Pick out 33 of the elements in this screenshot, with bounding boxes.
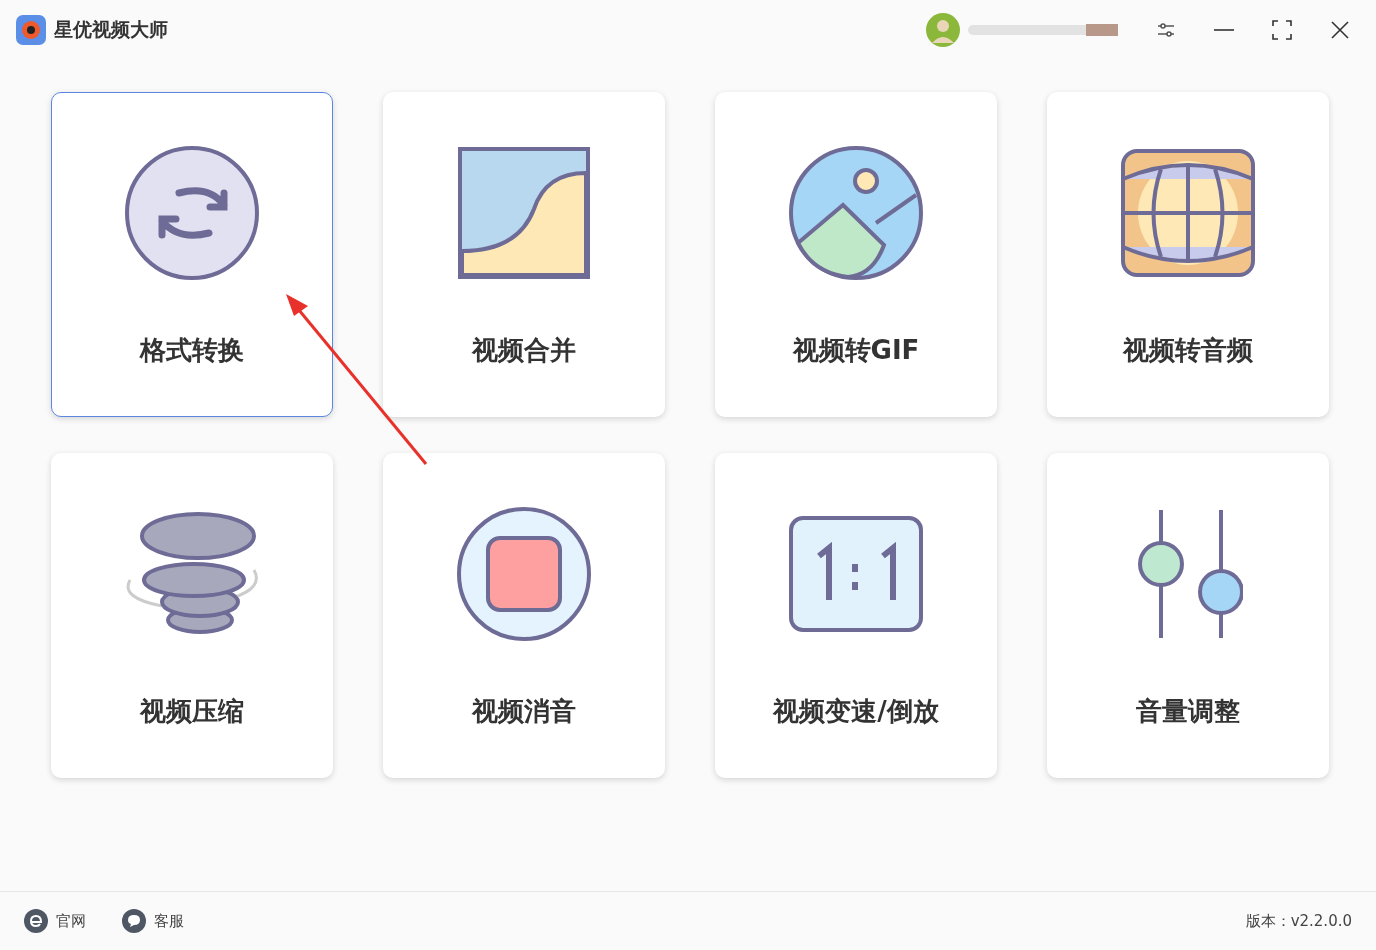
image-icon xyxy=(788,145,924,281)
tool-label: 格式转换 xyxy=(140,334,244,367)
tool-label: 音量调整 xyxy=(1136,695,1240,728)
tool-card[interactable]: 视频转GIF xyxy=(715,92,997,417)
tool-label: 视频转音频 xyxy=(1123,334,1253,367)
tool-card[interactable]: 视频压缩 xyxy=(51,453,333,778)
refresh-icon xyxy=(124,145,260,281)
ratio-icon xyxy=(789,516,923,632)
stop-icon xyxy=(456,506,592,642)
tool-label: 视频转GIF xyxy=(792,334,920,367)
tool-card[interactable]: 视频变速/倒放 xyxy=(715,453,997,778)
close-icon xyxy=(1329,19,1351,41)
browser-icon xyxy=(24,909,48,933)
tool-label: 视频变速/倒放 xyxy=(773,695,939,728)
film-icon xyxy=(1121,149,1255,277)
tool-card[interactable]: 格式转换 xyxy=(51,92,333,417)
tool-label: 视频消音 xyxy=(472,695,576,728)
tool-label: 视频压缩 xyxy=(140,695,244,728)
tool-card[interactable]: 视频转音频 xyxy=(1047,92,1329,417)
tool-card[interactable]: 音量调整 xyxy=(1047,453,1329,778)
minimize-icon xyxy=(1214,29,1234,31)
footer-link[interactable]: 官网 xyxy=(24,909,86,933)
chat-icon xyxy=(122,909,146,933)
maximize-icon xyxy=(1271,19,1293,41)
footer-link[interactable]: 客服 xyxy=(122,909,184,933)
picture-icon xyxy=(458,147,590,279)
app-logo-icon xyxy=(16,15,46,45)
tool-card[interactable]: 视频合并 xyxy=(383,92,665,417)
tool-card[interactable]: 视频消音 xyxy=(383,453,665,778)
avatar-icon xyxy=(926,13,960,47)
version-text: 版本：v2.2.0.0 xyxy=(1245,911,1352,931)
tool-label: 视频合并 xyxy=(472,334,576,367)
window-title: 星优视频大师 xyxy=(54,17,168,42)
